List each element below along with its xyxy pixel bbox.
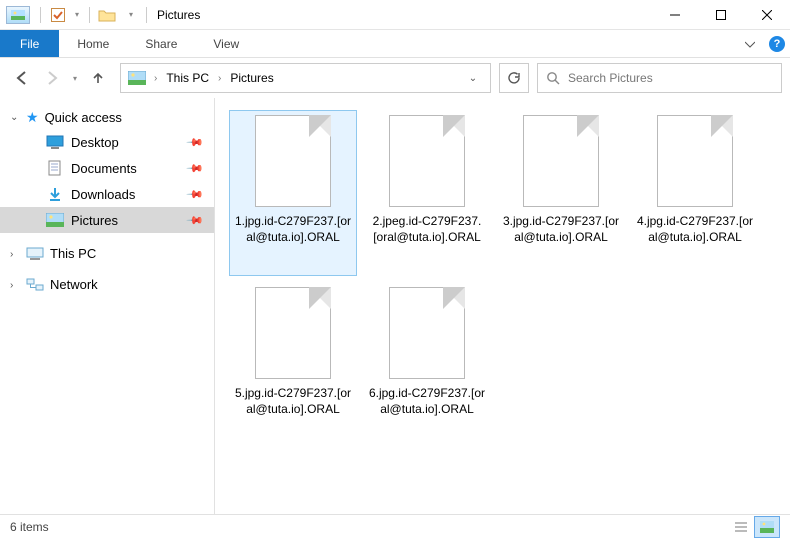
file-tile[interactable]: 6.jpg.id-C279F237.[oral@tuta.io].ORAL [363, 282, 491, 448]
file-tile[interactable]: 2.jpeg.id-C279F237.[oral@tuta.io].ORAL [363, 110, 491, 276]
recent-locations-icon[interactable]: ▾ [68, 64, 82, 92]
help-icon: ? [769, 36, 785, 52]
chevron-right-icon[interactable]: › [215, 73, 224, 84]
quick-access-toolbar: ▾ ▾ [0, 4, 142, 26]
file-thumbnail [389, 287, 465, 379]
separator [146, 7, 147, 23]
search-placeholder: Search Pictures [568, 71, 653, 85]
network-icon [26, 278, 44, 292]
file-thumbnail [255, 115, 331, 207]
file-thumbnail [255, 287, 331, 379]
titlebar: ▾ ▾ Pictures [0, 0, 790, 30]
qat-folder-icon[interactable] [96, 4, 118, 26]
pin-icon: 📌 [186, 133, 205, 152]
breadcrumb-dropdown-icon[interactable]: ⌄ [462, 73, 484, 84]
breadcrumb[interactable]: › This PC › Pictures ⌄ [120, 63, 491, 93]
forward-button[interactable] [38, 64, 66, 92]
separator [89, 7, 90, 23]
chevron-right-icon: › [10, 280, 13, 291]
tab-home[interactable]: Home [59, 30, 127, 57]
chevron-right-icon[interactable]: › [151, 73, 160, 84]
file-list[interactable]: 1.jpg.id-C279F237.[oral@tuta.io].ORAL2.j… [215, 98, 790, 514]
help-button[interactable]: ? [764, 30, 790, 57]
pin-icon: 📌 [186, 159, 205, 178]
back-button[interactable] [8, 64, 36, 92]
sidebar-item-label: Desktop [71, 135, 119, 150]
window-title: Pictures [157, 8, 200, 22]
chevron-right-icon: › [10, 249, 13, 260]
file-tile[interactable]: 4.jpg.id-C279F237.[oral@tuta.io].ORAL [631, 110, 759, 276]
documents-icon [46, 161, 64, 175]
file-name: 6.jpg.id-C279F237.[oral@tuta.io].ORAL [364, 385, 490, 417]
sidebar-network[interactable]: › Network [0, 274, 214, 295]
file-name: 5.jpg.id-C279F237.[oral@tuta.io].ORAL [230, 385, 356, 417]
view-details-button[interactable] [728, 516, 754, 538]
qat-checkbox-icon[interactable] [47, 4, 69, 26]
file-name: 1.jpg.id-C279F237.[oral@tuta.io].ORAL [230, 213, 356, 245]
navigation-pane: ⌄ ★ Quick access Desktop 📌 Documents 📌 D… [0, 98, 215, 514]
qat-dropdown-icon[interactable]: ▾ [71, 4, 83, 26]
sidebar-quick-access[interactable]: ⌄ ★ Quick access [0, 106, 214, 129]
tab-view[interactable]: View [195, 30, 257, 57]
search-icon [546, 71, 560, 85]
view-large-icons-button[interactable] [754, 516, 780, 538]
file-name: 3.jpg.id-C279F237.[oral@tuta.io].ORAL [498, 213, 624, 245]
window-buttons [652, 0, 790, 30]
qat-overflow-icon[interactable]: ▾ [120, 4, 142, 26]
breadcrumb-segment[interactable]: This PC [164, 71, 211, 85]
tab-file[interactable]: File [0, 30, 59, 57]
up-button[interactable] [84, 64, 112, 92]
sidebar-this-pc[interactable]: › This PC [0, 243, 214, 264]
desktop-icon [46, 135, 64, 149]
minimize-button[interactable] [652, 0, 698, 30]
refresh-button[interactable] [499, 63, 529, 93]
pin-icon: 📌 [186, 185, 205, 204]
file-tile[interactable]: 3.jpg.id-C279F237.[oral@tuta.io].ORAL [497, 110, 625, 276]
ribbon-tabs: File Home Share View ? [0, 30, 790, 58]
file-tile[interactable]: 5.jpg.id-C279F237.[oral@tuta.io].ORAL [229, 282, 357, 448]
file-thumbnail [523, 115, 599, 207]
tab-share[interactable]: Share [127, 30, 195, 57]
sidebar-label: This PC [50, 246, 96, 261]
status-bar: 6 items [0, 514, 790, 539]
star-icon: ★ [26, 109, 39, 126]
chevron-down-icon: ⌄ [10, 112, 18, 123]
search-input[interactable]: Search Pictures [537, 63, 782, 93]
pictures-icon [46, 213, 64, 227]
sidebar-item-label: Downloads [71, 187, 135, 202]
navigation-bar: ▾ › This PC › Pictures ⌄ Search Pictures [0, 58, 790, 98]
file-name: 2.jpeg.id-C279F237.[oral@tuta.io].ORAL [364, 213, 490, 245]
sidebar-item-desktop[interactable]: Desktop 📌 [0, 129, 214, 155]
item-count: 6 items [10, 520, 49, 534]
sidebar-label: Quick access [45, 110, 122, 125]
file-name: 4.jpg.id-C279F237.[oral@tuta.io].ORAL [632, 213, 758, 245]
sidebar-item-pictures[interactable]: Pictures 📌 [0, 207, 214, 233]
sidebar-item-documents[interactable]: Documents 📌 [0, 155, 214, 181]
this-pc-icon [26, 247, 44, 261]
breadcrumb-segment[interactable]: Pictures [228, 71, 275, 85]
file-thumbnail [389, 115, 465, 207]
pin-icon: 📌 [186, 211, 205, 230]
separator [40, 7, 41, 23]
sidebar-label: Network [50, 277, 98, 292]
close-button[interactable] [744, 0, 790, 30]
downloads-icon [46, 187, 64, 201]
app-icon [6, 6, 30, 24]
file-tile[interactable]: 1.jpg.id-C279F237.[oral@tuta.io].ORAL [229, 110, 357, 276]
expand-ribbon-icon[interactable] [736, 30, 764, 57]
sidebar-item-label: Documents [71, 161, 137, 176]
location-pictures-icon [127, 70, 147, 86]
sidebar-item-label: Pictures [71, 213, 118, 228]
file-thumbnail [657, 115, 733, 207]
maximize-button[interactable] [698, 0, 744, 30]
sidebar-item-downloads[interactable]: Downloads 📌 [0, 181, 214, 207]
